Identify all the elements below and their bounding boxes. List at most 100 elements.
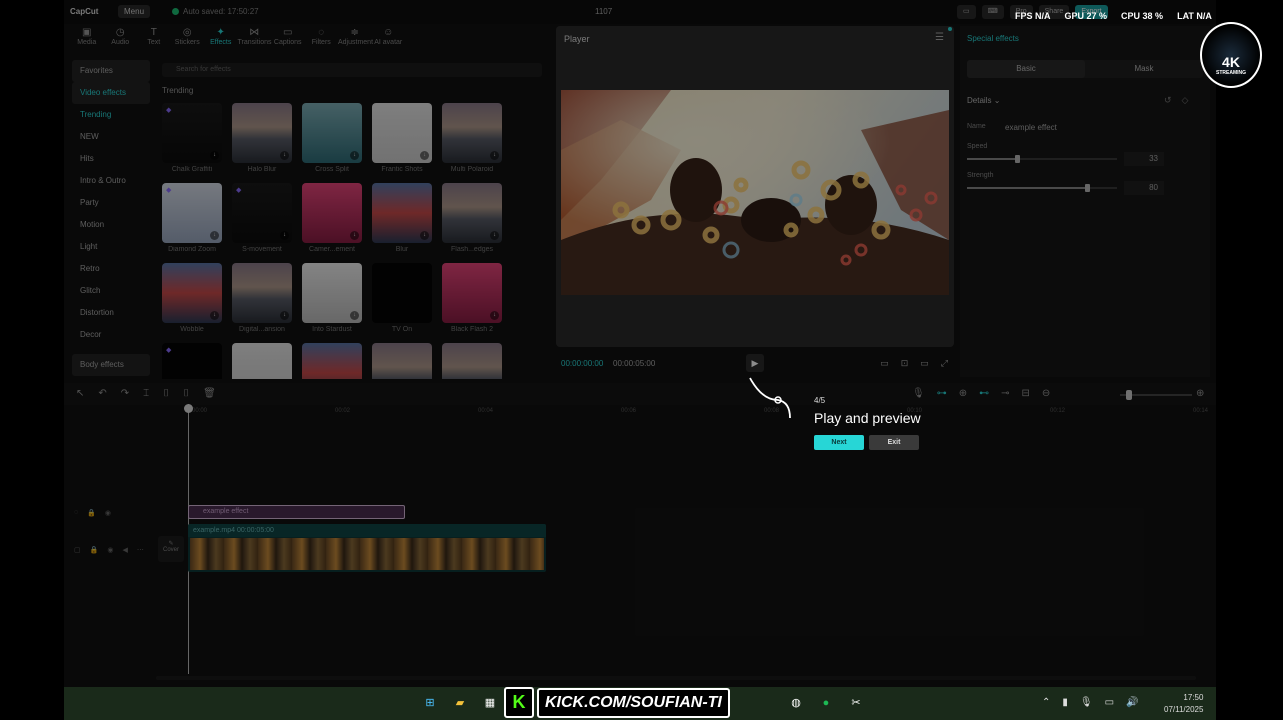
search-input[interactable]: Search for effects [162,63,542,77]
shortcut-icon[interactable]: ⌨ [981,5,1004,19]
lock-icon[interactable]: 🔒 [87,509,96,517]
strength-value[interactable]: 80 [1124,181,1164,195]
effect-card[interactable]: ◆ ↓ S-movement [232,183,292,253]
effect-card[interactable]: ↓ Halo Blur [232,103,292,173]
download-icon[interactable]: ↓ [210,311,219,320]
download-icon[interactable]: ↓ [350,151,359,160]
category-hits[interactable]: Hits [72,148,150,170]
file-explorer-icon[interactable]: ▰ [450,693,470,713]
capcut-icon[interactable]: ✂ [846,693,866,713]
layout-icon[interactable]: ▭ [957,5,976,19]
tool-captions[interactable]: ▭ Captions [271,26,305,54]
category-intro-outro[interactable]: Intro & Outro [72,170,150,192]
tool-filters[interactable]: ◌ Filters [305,26,339,54]
download-icon[interactable]: ↓ [420,231,429,240]
effect-card[interactable]: ↓ Camer...ement [302,183,362,253]
download-icon[interactable]: ↓ [280,151,289,160]
speed-slider[interactable] [967,155,1117,163]
hamburger-icon[interactable]: ☰ [935,32,944,43]
play-button[interactable]: ▶ [746,354,764,372]
strength-slider[interactable] [967,184,1117,192]
mic-icon[interactable]: 🎙 [912,388,925,399]
tool-text[interactable]: T Text [137,26,171,54]
tool-media[interactable]: ▣ Media [70,26,104,54]
effect-card[interactable] [302,343,362,379]
store-icon[interactable]: ▦ [480,693,500,713]
category-motion[interactable]: Motion [72,214,150,236]
hide-icon[interactable]: ◌ [74,509,78,517]
next-button[interactable]: Next [814,435,864,450]
menu-button[interactable]: Menu [118,5,151,18]
windows-start-icon[interactable]: ⊞ [420,693,440,713]
effect-card[interactable]: ↓ Frantic Shots [372,103,432,173]
effect-card[interactable]: ↓ Digital...ansion [232,263,292,333]
effect-card[interactable] [372,343,432,379]
tool-audio[interactable]: ◷ Audio [104,26,138,54]
zoom-out-icon[interactable]: ⊖ [1042,388,1050,399]
fullscreen-icon[interactable]: ⤢ [941,358,948,369]
download-icon[interactable]: ↓ [490,151,499,160]
mic-icon[interactable]: 🎙 [1080,697,1093,708]
category-video-effects[interactable]: Video effects [72,82,150,104]
download-icon[interactable]: ↓ [350,311,359,320]
effect-card[interactable] [232,343,292,379]
tool-ai-avatar[interactable]: ☺ AI avatar [372,26,406,54]
download-icon[interactable]: ↓ [210,231,219,240]
tab-basic[interactable]: Basic [967,60,1085,78]
zoom-in-icon[interactable]: ⊕ [1196,388,1204,399]
eye-icon[interactable]: ◉ [107,546,113,554]
project-name[interactable]: 1107 [595,7,612,16]
download-icon[interactable]: ↓ [350,231,359,240]
split-right-icon[interactable]: ⌷ [183,388,189,399]
category-light[interactable]: Light [72,236,150,258]
effect-card[interactable]: TV On [372,263,432,333]
category-party[interactable]: Party [72,192,150,214]
effect-card[interactable]: ↓ Cross Split [302,103,362,173]
snap-icon[interactable]: ⊕ [959,388,967,399]
timeline-scrollbar[interactable] [156,676,1196,680]
eye-icon[interactable]: ◉ [105,509,111,517]
lock-icon[interactable]: 🔒 [90,546,99,554]
effect-card[interactable]: ↓ Black Flash 2 [442,263,502,333]
effect-card[interactable]: ◆ ↓ Diamond Zoom [162,183,222,253]
video-clip[interactable]: example.mp4 00:00:05:00 [188,524,546,572]
ratio-icon[interactable]: ▭ [880,358,889,369]
time-ruler[interactable]: 00:00 00:02 00:04 00:06 00:08 00:10 00:12 00:14 [188,406,1216,418]
effect-card[interactable]: ◆ ↓ Chalk Graffiti [162,103,222,173]
select-icon[interactable]: ↖ [76,388,84,399]
split-icon[interactable]: ⌶ [143,388,149,399]
download-icon[interactable]: ↓ [210,151,219,160]
redo-icon[interactable]: ↷ [121,388,129,399]
download-icon[interactable]: ↓ [420,151,429,160]
tool-effects[interactable]: ✦ Effects [204,26,238,54]
category-trending[interactable]: Trending [72,104,150,126]
display-icon[interactable]: ▭ [1105,697,1114,708]
volume-icon[interactable]: 🔊 [1126,697,1138,708]
chevron-up-icon[interactable]: ⌃ [1042,697,1050,708]
effect-card[interactable]: ↓ Flash...edges [442,183,502,253]
effect-card[interactable]: ↓ Wobble [162,263,222,333]
delete-icon[interactable]: 🗑 [203,388,216,399]
more-icon[interactable]: ⋯ [137,546,144,554]
download-icon[interactable]: ↓ [280,231,289,240]
category-new[interactable]: NEW [72,126,150,148]
tab-mask[interactable]: Mask [1085,60,1203,78]
zoom-slider[interactable] [1120,390,1192,400]
split-left-icon[interactable]: ⌷ [163,388,169,399]
effect-card[interactable]: ↓ Multi Polaroid [442,103,502,173]
name-value[interactable]: example effect [1005,123,1057,132]
cover-button[interactable]: ✎ Cover [158,536,184,562]
download-icon[interactable]: ↓ [490,311,499,320]
tool-stickers[interactable]: ◎ Stickers [171,26,205,54]
reset-icon[interactable]: ↺◇ [1164,95,1198,106]
download-icon[interactable]: ↓ [280,311,289,320]
tool-transitions[interactable]: ⋈ Transitions [238,26,272,54]
category-decor[interactable]: Decor [72,324,150,346]
details-header[interactable]: Details ⌄ [967,96,1000,105]
link-icon[interactable]: ⊶ [937,388,947,399]
exit-button[interactable]: Exit [869,435,919,450]
category-favorites[interactable]: Favorites [72,60,150,82]
effect-card[interactable]: ◆ [162,343,222,379]
spotify-icon[interactable]: ● [816,693,836,713]
effect-clip[interactable]: example effect [188,505,405,519]
